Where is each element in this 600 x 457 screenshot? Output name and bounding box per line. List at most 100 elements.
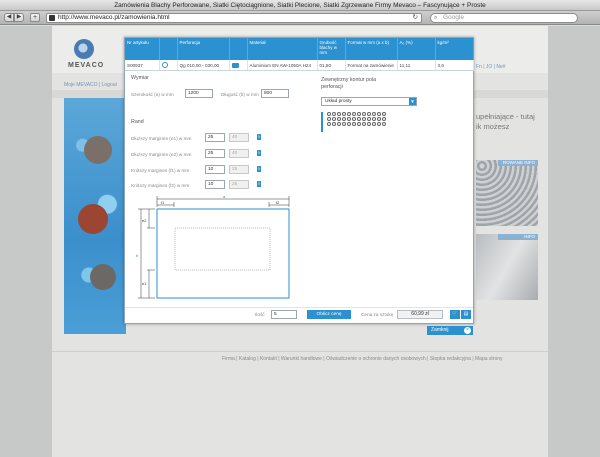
favicon-icon xyxy=(49,15,55,21)
close-icon[interactable]: × xyxy=(464,327,471,334)
section-title-contour-line2: perforacji xyxy=(321,84,343,90)
margin-f1-alt: 25 xyxy=(229,165,249,174)
browser-toolbar: ◀ ▶ + http://www.mevaco.pl/zamowienia.ht… xyxy=(0,11,600,25)
weight-value: 3,6 xyxy=(435,60,474,71)
open-area-value: 11,11 xyxy=(397,60,436,71)
price-value: 60,99 zł xyxy=(397,310,443,319)
pattern-row xyxy=(327,121,393,126)
add-bookmark-button[interactable]: + xyxy=(30,13,40,22)
side-text: upełniające - tutaj ik możesz xyxy=(476,112,535,132)
contour-select[interactable]: Układ prosty ▼ xyxy=(321,97,417,106)
header-links[interactable]: Fn | JO | Ne# xyxy=(476,64,506,70)
format-value: Format na zamówienie xyxy=(345,60,398,71)
side-text-line: upełniające - tutaj xyxy=(476,112,535,121)
pattern-row xyxy=(327,116,393,122)
promo-image xyxy=(64,98,126,334)
cart-icon[interactable]: 🛒 xyxy=(450,310,460,319)
document-icon[interactable]: ▤ xyxy=(461,310,471,319)
length-label: Długość (b) w mm xyxy=(221,92,259,97)
col-header: Perforacja xyxy=(177,38,230,60)
margin-e1-label: Dłuższy margines (e1) w mm xyxy=(131,136,192,141)
table-header-row: Nr artykułu Perforacja Materiał Grubość … xyxy=(125,38,474,60)
material-value: Aluminium EN AW-1050A H24 xyxy=(247,60,318,71)
width-input[interactable]: 1200 xyxy=(185,89,213,98)
label-f1: f1 xyxy=(161,200,165,205)
col-header: Nr artykułu xyxy=(125,38,160,60)
chevron-down-icon[interactable]: ▼ xyxy=(409,98,416,105)
margin-f2-input[interactable]: 10 xyxy=(205,180,225,189)
margin-f2-alt: 25 xyxy=(229,180,249,189)
margin-e2-label: Dłuższy margines (e2) w mm xyxy=(131,152,192,157)
url-text: http://www.mevaco.pl/zamowienia.html xyxy=(58,14,170,21)
col-header xyxy=(229,38,248,60)
width-label: Szerokość (a) w mm xyxy=(131,92,174,97)
label-e1: e1 xyxy=(142,281,147,286)
photo-circle xyxy=(90,264,116,290)
photo-circle xyxy=(84,136,112,164)
margin-e2-alt: 40 xyxy=(229,149,249,158)
info-icon[interactable]: i xyxy=(257,181,261,187)
logo-text: MEVACO xyxy=(68,62,105,69)
window-title: Zamówienia Blachy Perforowane, Siatki Ci… xyxy=(0,0,600,11)
calculate-price-button[interactable]: Oblicz cenę xyxy=(307,310,351,319)
tile-label: INFO xyxy=(498,234,538,240)
close-label: Zamknij xyxy=(431,327,449,333)
info-icon[interactable]: i xyxy=(257,166,261,172)
margin-f2-label: Krótszy margines (f2) w mm xyxy=(131,183,190,188)
side-text-line: ik możesz xyxy=(476,122,510,131)
address-bar[interactable]: http://www.mevaco.pl/zamowienia.html ↻ xyxy=(46,13,422,23)
perforation-value: Qg 010,00 - 030,00 xyxy=(177,60,230,71)
section-title-margins: Rand xyxy=(131,119,144,125)
col-header: Format w mm (a x b) xyxy=(345,38,398,60)
margin-e1-input[interactable]: 25 xyxy=(205,133,225,142)
thickness-value: 01,50 xyxy=(317,60,346,71)
table-row: S00937 Qg 010,00 - 030,00 Aluminium EN A… xyxy=(125,60,474,71)
tile-info-text: INFO xyxy=(524,160,535,165)
contour-select-value: Układ prosty xyxy=(325,99,352,104)
product-tile-mesh[interactable]: INFO xyxy=(476,234,538,300)
article-spec-table: Nr artykułu Perforacja Materiał Grubość … xyxy=(125,38,474,71)
label-b: b xyxy=(136,253,139,258)
col-header: Materiał xyxy=(247,38,318,60)
reload-icon[interactable]: ↻ xyxy=(413,14,418,22)
perforation-preview-cell[interactable] xyxy=(159,60,178,71)
material-preview-cell[interactable] xyxy=(229,60,248,71)
margin-f1-input[interactable]: 10 xyxy=(205,165,225,174)
label-a: a xyxy=(223,194,226,199)
margin-e2-input[interactable]: 25 xyxy=(205,149,225,158)
price-label: Cena za sztukę xyxy=(361,312,394,317)
forward-button[interactable]: ▶ xyxy=(14,13,24,22)
sheet-dimension-drawing: a f1 f2 e2 e1 b xyxy=(136,194,290,299)
close-dialog-button[interactable]: Zamknij × xyxy=(427,326,473,335)
margin-f1-label: Krótszy margines (f1) w mm xyxy=(131,168,190,173)
search-input[interactable]: ⌕ Google xyxy=(430,13,578,23)
photo-circle xyxy=(78,204,108,234)
col-header: kg/m² xyxy=(435,38,474,60)
back-button[interactable]: ◀ xyxy=(4,13,14,22)
length-input[interactable]: 800 xyxy=(261,89,289,98)
search-placeholder: Google xyxy=(443,14,464,21)
mevaco-logo-icon xyxy=(74,39,94,59)
account-links[interactable]: Moje MEVACO | Logout xyxy=(64,82,117,88)
perforation-icon[interactable] xyxy=(161,62,168,68)
product-tile-perforated[interactable]: ROWANE INFO xyxy=(476,160,538,226)
margin-e1-alt: 40 xyxy=(229,133,249,142)
section-title-dimensions: Wymiar xyxy=(131,75,149,81)
section-title-contour: Zewnętrzny kontur pola xyxy=(321,77,377,83)
hole-pattern-preview xyxy=(321,112,393,132)
label-f2: f2 xyxy=(276,200,280,205)
col-header xyxy=(159,38,178,60)
footer-divider xyxy=(52,351,548,352)
footer-links[interactable]: Firma | Katalog | Kontakt | Warunki hand… xyxy=(222,356,503,362)
quantity-label: Ilość xyxy=(255,312,265,317)
info-icon[interactable]: i xyxy=(257,150,261,156)
quantity-input[interactable]: 5 xyxy=(271,310,297,319)
label-e2: e2 xyxy=(142,218,147,223)
article-number: S00937 xyxy=(125,60,160,71)
sheet-icon[interactable] xyxy=(231,62,239,68)
order-configurator-dialog: Nr artykułu Perforacja Materiał Grubość … xyxy=(124,37,474,324)
tile-label-text: ROWANE xyxy=(502,160,523,165)
info-icon[interactable]: i xyxy=(257,134,261,140)
col-header: A₀ (%) xyxy=(397,38,436,60)
tile-label: ROWANE INFO xyxy=(498,160,538,166)
